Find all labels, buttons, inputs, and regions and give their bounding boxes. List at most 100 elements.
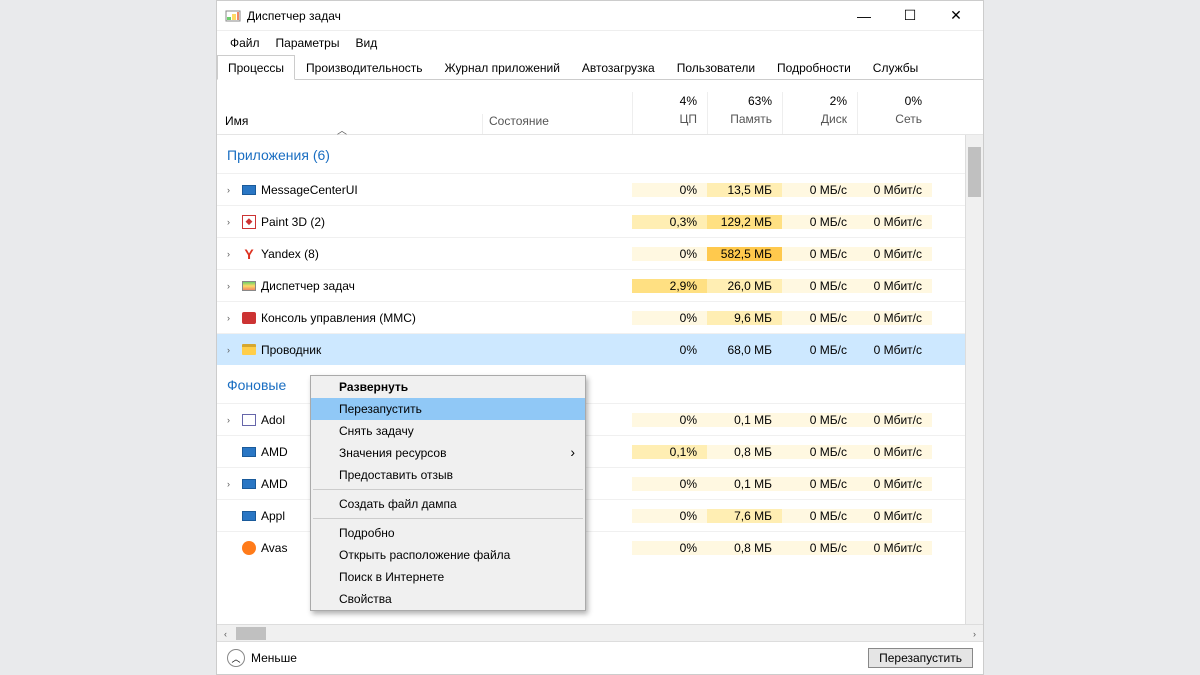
cell-net: 0 Мбит/с	[857, 445, 932, 459]
cell-mem: 68,0 МБ	[707, 343, 782, 357]
tab-performance[interactable]: Производительность	[295, 55, 433, 80]
expand-icon[interactable]: ›	[227, 313, 237, 323]
horizontal-scrollbar[interactable]: ‹ ›	[217, 624, 983, 641]
cell-disk: 0 МБ/с	[782, 279, 857, 293]
table-row[interactable]: › Диспетчер задач 2,9% 26,0 МБ 0 МБ/с 0 М…	[217, 269, 965, 301]
header-state[interactable]: Состояние	[482, 114, 632, 134]
cell-disk: 0 МБ/с	[782, 311, 857, 325]
cell-cpu: 0%	[632, 509, 707, 523]
scroll-left-icon[interactable]: ‹	[217, 625, 234, 642]
cell-net: 0 Мбит/с	[857, 247, 932, 261]
ctx-resource-values[interactable]: Значения ресурсов	[311, 442, 585, 464]
ctx-expand[interactable]: Развернуть	[311, 376, 585, 398]
chevron-up-icon: ︿	[227, 649, 245, 667]
menu-options[interactable]: Параметры	[269, 33, 347, 53]
header-memory[interactable]: 63%Память	[707, 92, 782, 134]
cell-disk: 0 МБ/с	[782, 445, 857, 459]
expand-icon[interactable]: ›	[227, 479, 237, 489]
cell-mem: 0,1 МБ	[707, 477, 782, 491]
tab-processes[interactable]: Процессы	[217, 55, 295, 80]
footer: ︿ Меньше Перезапустить	[217, 641, 983, 674]
expand-icon[interactable]: ›	[227, 249, 237, 259]
table-row[interactable]: ›Консоль управления (MMC) 0% 9,6 МБ 0 МБ…	[217, 301, 965, 333]
minimize-button[interactable]: —	[841, 1, 887, 31]
vertical-scrollbar[interactable]	[966, 135, 983, 624]
ctx-details[interactable]: Подробно	[311, 522, 585, 544]
explorer-icon	[241, 342, 257, 358]
ctx-dump[interactable]: Создать файл дампа	[311, 493, 585, 515]
cell-cpu: 2,9%	[632, 279, 707, 293]
process-name: Yandex (8)	[261, 247, 319, 261]
menu-view[interactable]: Вид	[348, 33, 384, 53]
table-row-selected[interactable]: ›Проводник 0% 68,0 МБ 0 МБ/с 0 Мбит/с	[217, 333, 965, 365]
scroll-right-icon[interactable]: ›	[966, 625, 983, 642]
app-icon	[241, 412, 257, 428]
expand-icon[interactable]: ›	[227, 281, 237, 291]
cell-cpu: 0%	[632, 541, 707, 555]
expand-icon[interactable]: ›	[227, 345, 237, 355]
app-icon	[241, 444, 257, 460]
scroll-thumb[interactable]	[968, 147, 981, 197]
expand-icon[interactable]: ›	[227, 185, 237, 195]
section-apps: Приложения (6)	[217, 135, 965, 173]
cell-net: 0 Мбит/с	[857, 183, 932, 197]
cell-mem: 582,5 МБ	[707, 247, 782, 261]
table-row[interactable]: ›◆Paint 3D (2) 0,3% 129,2 МБ 0 МБ/с 0 Мб…	[217, 205, 965, 237]
cell-net: 0 Мбит/с	[857, 279, 932, 293]
scroll-thumb[interactable]	[236, 627, 266, 640]
cell-disk: 0 МБ/с	[782, 215, 857, 229]
cell-disk: 0 МБ/с	[782, 509, 857, 523]
paint3d-icon: ◆	[241, 214, 257, 230]
header-name[interactable]: ︿ Имя	[217, 114, 482, 134]
process-name: Paint 3D (2)	[261, 215, 325, 229]
maximize-button[interactable]: ☐	[887, 1, 933, 31]
header-cpu[interactable]: 4%ЦП	[632, 92, 707, 134]
header-disk[interactable]: 2%Диск	[782, 92, 857, 134]
process-name: Appl	[261, 509, 285, 523]
app-icon	[225, 8, 241, 24]
tab-app-history[interactable]: Журнал приложений	[434, 55, 571, 80]
cell-disk: 0 МБ/с	[782, 343, 857, 357]
tab-details[interactable]: Подробности	[766, 55, 862, 80]
ctx-separator	[313, 518, 583, 519]
cell-cpu: 0%	[632, 247, 707, 261]
cell-net: 0 Мбит/с	[857, 215, 932, 229]
cell-mem: 13,5 МБ	[707, 183, 782, 197]
ctx-restart[interactable]: Перезапустить	[311, 398, 585, 420]
cell-disk: 0 МБ/с	[782, 247, 857, 261]
ctx-end-task[interactable]: Снять задачу	[311, 420, 585, 442]
table-row[interactable]: › Y Yandex (8) 0% 582,5 МБ 0 МБ/с 0 Мбит/с	[217, 237, 965, 269]
header-network[interactable]: 0%Сеть	[857, 92, 932, 134]
cell-cpu: 0,3%	[632, 215, 707, 229]
expand-icon[interactable]: ›	[227, 217, 237, 227]
process-name: Диспетчер задач	[261, 279, 355, 293]
tab-startup[interactable]: Автозагрузка	[571, 55, 666, 80]
expand-icon[interactable]: ›	[227, 415, 237, 425]
window-title: Диспетчер задач	[247, 9, 341, 23]
ctx-properties[interactable]: Свойства	[311, 588, 585, 610]
process-name: MessageCenterUI	[261, 183, 358, 197]
tab-services[interactable]: Службы	[862, 55, 929, 80]
cell-disk: 0 МБ/с	[782, 477, 857, 491]
context-menu: Развернуть Перезапустить Снять задачу Зн…	[310, 375, 586, 611]
avast-icon	[241, 540, 257, 556]
menu-file[interactable]: Файл	[223, 33, 267, 53]
table-row[interactable]: ›MessageCenterUI 0% 13,5 МБ 0 МБ/с 0 Мби…	[217, 173, 965, 205]
cell-net: 0 Мбит/с	[857, 311, 932, 325]
cell-mem: 26,0 МБ	[707, 279, 782, 293]
cell-mem: 9,6 МБ	[707, 311, 782, 325]
ctx-search-web[interactable]: Поиск в Интернете	[311, 566, 585, 588]
restart-button[interactable]: Перезапустить	[868, 648, 973, 668]
cell-cpu: 0%	[632, 343, 707, 357]
tab-users[interactable]: Пользователи	[666, 55, 766, 80]
fewer-details-toggle[interactable]: ︿ Меньше	[227, 649, 297, 667]
process-name: Avas	[261, 541, 287, 555]
ctx-open-location[interactable]: Открыть расположение файла	[311, 544, 585, 566]
app-icon	[241, 182, 257, 198]
ctx-feedback[interactable]: Предоставить отзыв	[311, 464, 585, 486]
yandex-icon: Y	[241, 246, 257, 262]
mmc-icon	[241, 310, 257, 326]
cell-cpu: 0%	[632, 477, 707, 491]
app-icon	[241, 476, 257, 492]
close-button[interactable]: ✕	[933, 1, 979, 31]
